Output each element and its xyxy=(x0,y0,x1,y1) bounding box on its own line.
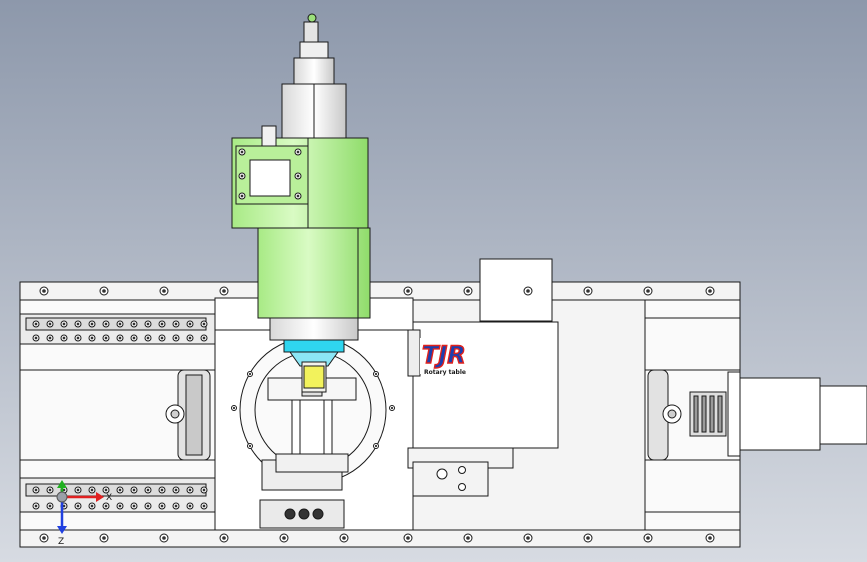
bolt-socket xyxy=(102,536,106,540)
bolt-socket xyxy=(708,536,712,540)
bolt-socket xyxy=(146,322,150,326)
bolt-socket xyxy=(146,504,150,508)
bolt-socket xyxy=(104,322,108,326)
bolt-socket xyxy=(62,322,66,326)
bolt-socket xyxy=(104,488,108,492)
bolt-socket xyxy=(240,194,244,198)
bolt-socket xyxy=(222,289,226,293)
bolt-socket xyxy=(174,336,178,340)
bolt-socket xyxy=(34,336,38,340)
bolt-socket xyxy=(646,536,650,540)
tjr-logo: TJR Rotary table xyxy=(420,338,482,376)
bolt-socket xyxy=(34,322,38,326)
bolt-socket xyxy=(104,504,108,508)
bolt-socket xyxy=(76,488,80,492)
bolt-socket xyxy=(248,444,252,448)
bolt-socket xyxy=(34,488,38,492)
bolt-socket xyxy=(188,488,192,492)
bolt-socket xyxy=(406,536,410,540)
bolt-socket xyxy=(296,194,300,198)
cad-viewport[interactable]: TJR Rotary table X Z xyxy=(0,0,867,562)
bolt-socket xyxy=(202,504,206,508)
cad-model-view[interactable]: TJR Rotary table X Z xyxy=(0,0,867,562)
cutting-tool xyxy=(301,361,327,393)
bolt-socket xyxy=(296,150,300,154)
bolt-socket xyxy=(374,444,378,448)
bolt-socket xyxy=(526,536,530,540)
bolt-socket xyxy=(76,504,80,508)
bolt-socket xyxy=(174,504,178,508)
bolt-socket xyxy=(406,289,410,293)
bolt-socket xyxy=(118,504,122,508)
triad-origin xyxy=(56,491,68,503)
bolt-socket xyxy=(202,322,206,326)
bolt-socket xyxy=(132,336,136,340)
bolt-socket xyxy=(76,336,80,340)
bolt-socket xyxy=(374,372,378,376)
bolt-socket xyxy=(42,289,46,293)
bolt-socket xyxy=(132,488,136,492)
bolt-socket xyxy=(160,336,164,340)
bolt-socket xyxy=(240,174,244,178)
bolt-socket xyxy=(146,488,150,492)
bolt-socket xyxy=(146,336,150,340)
bolt-socket xyxy=(296,174,300,178)
bolt-socket xyxy=(90,488,94,492)
bolt-socket xyxy=(34,504,38,508)
bolt-socket xyxy=(390,406,394,410)
bolt-socket xyxy=(248,372,252,376)
bolt-socket xyxy=(48,322,52,326)
bolt-socket xyxy=(160,504,164,508)
bolt-socket xyxy=(104,336,108,340)
spindle-body xyxy=(257,227,371,341)
bolt-socket xyxy=(90,504,94,508)
bolt-socket xyxy=(466,289,470,293)
bolt-socket xyxy=(526,289,530,293)
bolt-socket xyxy=(132,504,136,508)
bolt-socket xyxy=(118,488,122,492)
bolt-socket xyxy=(646,289,650,293)
bolt-socket xyxy=(90,322,94,326)
bolt-socket xyxy=(160,488,164,492)
bolt-socket xyxy=(90,336,94,340)
bolt-socket xyxy=(202,336,206,340)
bolt-socket xyxy=(586,289,590,293)
bolt-socket xyxy=(342,536,346,540)
bolt-socket xyxy=(42,536,46,540)
bolt-socket xyxy=(48,336,52,340)
bolt-socket xyxy=(160,322,164,326)
bolt-socket xyxy=(48,504,52,508)
bolt-socket xyxy=(102,289,106,293)
bolt-socket xyxy=(48,488,52,492)
bolt-socket xyxy=(62,336,66,340)
bolt-socket xyxy=(240,150,244,154)
bolt-socket xyxy=(232,406,236,410)
bolt-socket xyxy=(586,536,590,540)
bolt-socket xyxy=(174,488,178,492)
bolt-socket xyxy=(708,289,712,293)
bolt-socket xyxy=(118,336,122,340)
bolt-socket xyxy=(202,488,206,492)
bolt-socket xyxy=(466,536,470,540)
bolt-socket xyxy=(188,336,192,340)
bolt-socket xyxy=(174,322,178,326)
bolt-socket xyxy=(118,322,122,326)
bolt-socket xyxy=(132,322,136,326)
bolt-socket xyxy=(188,322,192,326)
tjr-logo-subtitle: Rotary table xyxy=(424,369,466,376)
tjr-logo-text: TJR xyxy=(422,341,466,369)
bolt-socket xyxy=(222,536,226,540)
triad-z-label: Z xyxy=(58,537,64,547)
triad-x-label: X xyxy=(106,493,112,503)
bolt-socket xyxy=(162,536,166,540)
bolt-socket xyxy=(282,536,286,540)
bolt-socket xyxy=(76,322,80,326)
bolt-socket xyxy=(162,289,166,293)
bolt-socket xyxy=(188,504,192,508)
